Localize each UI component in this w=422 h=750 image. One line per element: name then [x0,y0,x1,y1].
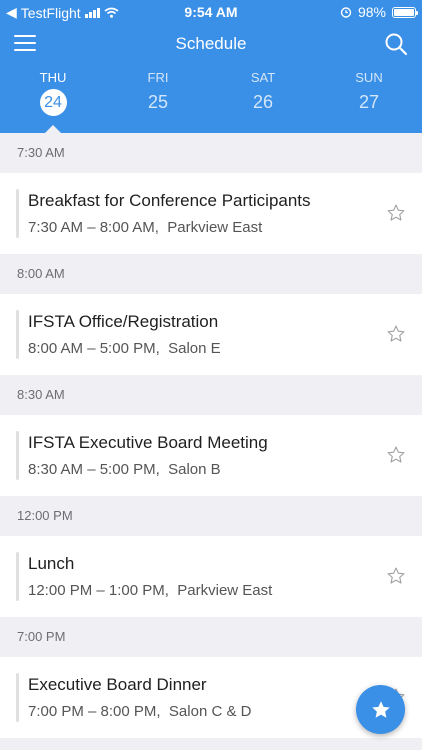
battery-percent: 98% [357,4,386,20]
time-slot-header: 8:30 AM [17,387,65,402]
day-tab-label: SAT [250,70,276,85]
session-room: Salon E [168,340,221,357]
favorite-star-icon[interactable] [386,324,406,344]
selected-day-indicator [45,125,61,133]
session-title: Lunch [28,554,75,573]
day-tab-thu[interactable]: THU 24 [23,70,83,116]
star-icon [371,700,390,718]
day-tab-date: 27 [358,92,380,112]
day-tab-date: 25 [147,92,169,112]
search-icon[interactable] [384,32,408,56]
session-row[interactable]: Lunch 12:00 PM – 1:00 PM, Parkview East [0,536,422,617]
app-header: ◀ TestFlight 9:54 AM 98% Schedule THU 24… [0,0,422,133]
session-room: Salon B [168,461,221,478]
session-track-bar [16,310,19,359]
session-title: IFSTA Executive Board Meeting [28,433,268,452]
favorite-star-icon[interactable] [386,445,406,465]
session-time-range: 8:00 AM – 5:00 PM, [28,340,160,357]
session-track-bar [16,431,19,480]
day-tab-sat[interactable]: SAT 26 [233,70,293,116]
time-slot-header: 12:00 PM [17,508,73,523]
session-title: IFSTA Office/Registration [28,312,219,331]
session-row[interactable]: IFSTA Office/Registration 8:00 AM – 5:00… [0,294,422,375]
favorites-fab-button[interactable] [356,685,405,734]
session-track-bar [16,552,19,601]
session-time-range: 7:30 AM – 8:00 AM, [28,219,159,236]
session-title: Breakfast for Conference Participants [28,191,311,210]
day-tab-fri[interactable]: FRI 25 [128,70,188,116]
day-tab-label: SUN [355,70,383,85]
session-track-bar [16,673,19,722]
session-room: Salon C & D [168,703,252,720]
day-selector: THU 24 FRI 25 SAT 26 SUN 27 [0,70,422,133]
favorite-star-icon[interactable] [386,203,406,223]
day-tab-label: THU [39,70,67,85]
day-tab-date: 24 [39,89,67,116]
session-time-range: 8:30 AM – 5:00 PM, [28,461,160,478]
session-row[interactable]: IFSTA Executive Board Meeting 8:30 AM – … [0,415,422,496]
session-details: 7:00 PM – 8:00 PM, Salon C & D [28,703,251,720]
schedule-list[interactable]: 7:30 AM Breakfast for Conference Partici… [0,133,422,738]
session-time-range: 12:00 PM – 1:00 PM, [28,582,169,599]
page-title: Schedule [175,34,247,53]
navigation-bar: Schedule [0,24,422,62]
status-bar: ◀ TestFlight 9:54 AM 98% [0,0,422,24]
session-details: 12:00 PM – 1:00 PM, Parkview East [28,582,272,599]
session-details: 7:30 AM – 8:00 AM, Parkview East [28,219,262,236]
day-tab-date: 26 [252,92,274,112]
battery-icon [392,6,418,18]
day-tab-label: FRI [147,70,169,85]
session-details: 8:30 AM – 5:00 PM, Salon B [28,461,221,478]
alarm-icon [340,7,352,18]
day-tab-sun[interactable]: SUN 27 [339,70,399,116]
session-details: 8:00 AM – 5:00 PM, Salon E [28,340,221,357]
favorite-star-icon[interactable] [386,566,406,586]
session-title: Executive Board Dinner [28,675,207,694]
session-room: Parkview East [177,582,273,599]
session-track-bar [16,189,19,238]
session-room: Parkview East [167,219,263,236]
session-time-range: 7:00 PM – 8:00 PM, [28,703,161,720]
time-slot-header: 7:00 PM [17,629,66,644]
time-slot-header: 8:00 AM [17,266,65,281]
session-row[interactable]: Breakfast for Conference Participants 7:… [0,173,422,254]
time-slot-header: 7:30 AM [17,145,65,160]
